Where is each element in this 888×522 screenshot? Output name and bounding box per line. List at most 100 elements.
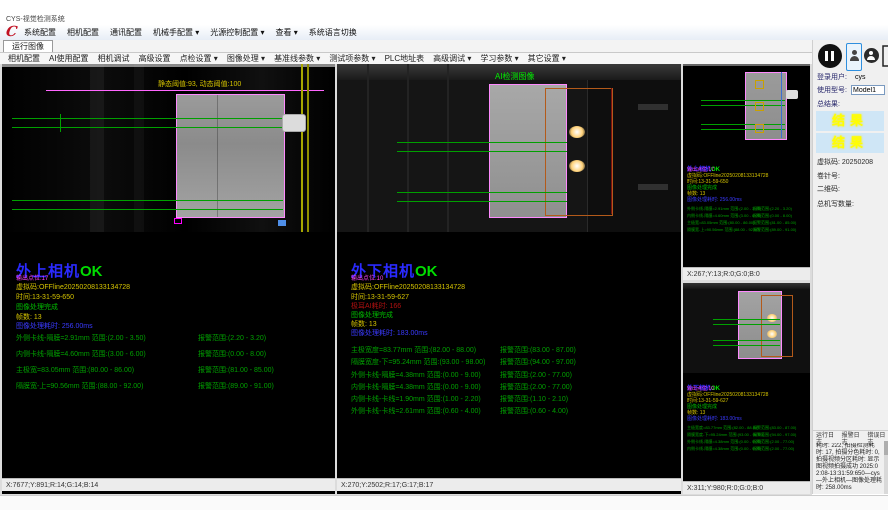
green-baseline: [701, 129, 785, 130]
alarm-range-text: 报警范围:(83.00 - 87.00): [753, 425, 796, 431]
mini-view-bottom-image[interactable]: [683, 283, 810, 373]
measurement-text: 外侧卡线-隔膜=4.38mm 范围:(0.00 - 9.00): [687, 439, 761, 445]
tool-other-settings[interactable]: 其它设置 ▾: [528, 54, 566, 63]
log-scrollbar[interactable]: [884, 441, 888, 494]
menu-item-camera-config[interactable]: 相机配置: [67, 28, 99, 37]
measurement-text: 主极宽度=83.77mm 范围:(82.00 - 88.00): [687, 425, 758, 431]
alarm-range-text: 报警范围:(0.60 - 4.00): [500, 408, 568, 416]
yellow-edge-line: [307, 64, 309, 232]
model-label: 使用型号:: [817, 87, 847, 95]
tool-image-processing[interactable]: 图像处理 ▾: [227, 54, 265, 63]
frame-count-label: 帧数: 13: [16, 314, 42, 322]
green-baseline: [701, 105, 785, 106]
elapsed-label: 图像处理耗时: 256.00ms: [687, 197, 742, 203]
needle-number-label: 卷针号:: [817, 173, 840, 181]
app-window: CYS-视觉检测系统 C 系统配置 相机配置 通讯配置 机械手配置 ▾ 光源控制…: [0, 0, 888, 522]
bright-reflection: [767, 330, 777, 338]
tool-baseline-params[interactable]: 基准线参数 ▾: [274, 54, 320, 63]
green-baseline: [12, 209, 283, 210]
green-baseline: [397, 201, 567, 202]
menu-item-light-config[interactable]: 光源控制配置 ▾: [210, 28, 264, 37]
green-baseline: [701, 124, 785, 125]
output-point-label: 输出点位:17: [16, 276, 48, 283]
middle-camera-image[interactable]: AI检测图像: [337, 64, 681, 232]
menu: 系统配置 相机配置 通讯配置 机械手配置 ▾ 光源控制配置 ▾ 查看 ▾ 系统语…: [24, 28, 357, 37]
left-camera-image[interactable]: 静态阈值:93, 动态阈值:100: [2, 64, 335, 232]
log-divider: [813, 430, 888, 431]
output-point-label: 输出点位:10: [351, 276, 383, 283]
measurement-text: 内侧卡线-卡线=1.90mm 范围:(1.00 - 2.20): [351, 396, 481, 404]
dark-red-edge-line: [611, 88, 612, 214]
measurement-text: 外侧卡线-隔膜=2.91mm 范围:(2.00 - 3.50): [16, 335, 146, 343]
measurement-text: 隔膜宽-上=90.56mm 范围:(88.00 - 92.00): [16, 383, 143, 391]
tool-camera-config[interactable]: 相机配置: [8, 54, 40, 63]
image-top-band: [683, 283, 810, 289]
tool-camera-debug[interactable]: 相机调试: [98, 54, 130, 63]
measurement-text: 内侧卡线-隔膜=4.60mm 范围:(3.00 - 6.00): [16, 351, 146, 359]
blue-marker: [278, 220, 286, 226]
measurement-text: 外侧卡线-卡线=2.61mm 范围:(0.60 - 4.00): [351, 408, 481, 416]
tool-advanced-debug[interactable]: 高级调试 ▾: [433, 54, 471, 63]
tool-test-item-params[interactable]: 测试项参数 ▾: [329, 54, 375, 63]
mini-view-top-image[interactable]: [683, 64, 810, 154]
tab-strip: [0, 40, 888, 52]
tool-ai-usage-config[interactable]: AI使用配置: [49, 54, 89, 63]
structure-rod: [638, 104, 668, 110]
control-panel: 登录用户: cys 使用型号: 总结果: 结果 结果 虚拟码: 20250208…: [812, 40, 888, 494]
menu-item-comm-config[interactable]: 通讯配置: [110, 28, 142, 37]
structure-rod: [638, 184, 668, 190]
green-baseline: [701, 100, 785, 101]
green-baseline: [12, 127, 283, 128]
ai-image-overlay-label: AI检测图像: [495, 72, 535, 81]
menu-item-language-switch[interactable]: 系统语言切换: [309, 28, 357, 37]
exit-button[interactable]: [882, 44, 888, 68]
write-count-label: 总机写数量:: [817, 201, 854, 209]
bright-reflection: [569, 126, 585, 138]
yellow-marker: [755, 80, 764, 89]
pixel-coords-bar: X:270;Y:2502;R:17;G:17;B:17: [337, 478, 681, 491]
tool-spot-check[interactable]: 点检设置 ▾: [180, 54, 218, 63]
ai-detect-box: [545, 88, 613, 216]
result-box-2: 结果: [816, 133, 884, 153]
model-input[interactable]: [851, 85, 885, 95]
yellow-edge-line: [301, 64, 303, 232]
user-icon: [852, 50, 857, 55]
alarm-range-text: 报警范围:(81.00 - 85.00): [753, 220, 796, 226]
result-ok-label: OK: [80, 263, 103, 280]
result-ok-label: OK: [415, 263, 438, 280]
tool-learning-params[interactable]: 学习参数 ▾: [480, 54, 518, 63]
green-baseline: [713, 319, 780, 320]
app-logo-icon: C: [5, 24, 18, 40]
exit-door-icon: [882, 44, 888, 68]
measurement-text: 外侧卡线-隔膜=2.91mm 范围:(2.00 - 3.50): [687, 206, 761, 212]
alarm-range-text: 报警范围:(2.00 - 77.00): [500, 372, 572, 380]
operator-button[interactable]: [864, 48, 879, 63]
result-text: 结果: [832, 113, 868, 128]
menu-item-view[interactable]: 查看 ▾: [276, 28, 298, 37]
green-baseline: [397, 151, 567, 152]
elapsed-label: 图像处理耗时: 183.00ms: [351, 330, 428, 338]
measurement-text: 隔膜宽度-下=95.24mm 范围:(93.00 - 98.00): [351, 359, 485, 367]
alarm-range-text: 报警范围:(2.20 - 3.20): [198, 335, 266, 343]
alarm-range-text: 报警范围:(2.00 - 77.00): [753, 439, 794, 445]
log-text: 耗时: 222, 拍摄检测耗时: 17, 拍摄分色耗时: 0, 拍摄视频分区耗时…: [816, 443, 882, 494]
log-scrollbar-thumb[interactable]: [884, 441, 888, 455]
image-streak: [447, 64, 449, 232]
yellow-marker: [755, 102, 764, 111]
green-baseline: [713, 324, 780, 325]
ai-time-label: 极耳AI耗时: 166: [351, 303, 401, 311]
image-streak: [407, 64, 409, 232]
threshold-overlay-label: 静态阈值:93, 动态阈值:100: [158, 81, 241, 89]
pause-button[interactable]: [818, 44, 842, 68]
alarm-range-text: 报警范围:(81.00 - 85.00): [198, 367, 274, 375]
tab-run-image[interactable]: 运行图像: [3, 40, 53, 52]
frame-count-label: 帧数: 13: [351, 321, 377, 329]
login-user-label: 登录用户:: [817, 74, 847, 82]
elapsed-label: 图像处理耗时: 183.00ms: [687, 416, 742, 422]
menu-item-system-config[interactable]: 系统配置: [24, 28, 56, 37]
tool-plc-address-table[interactable]: PLC地址表: [385, 54, 425, 63]
tool-advanced-settings[interactable]: 高级设置: [139, 54, 171, 63]
menu-item-robot-config[interactable]: 机械手配置 ▾: [153, 28, 199, 37]
measurement-text: 内侧卡线-隔膜=4.38mm 范围:(0.00 - 9.00): [687, 446, 761, 452]
current-user-button[interactable]: [846, 43, 862, 71]
